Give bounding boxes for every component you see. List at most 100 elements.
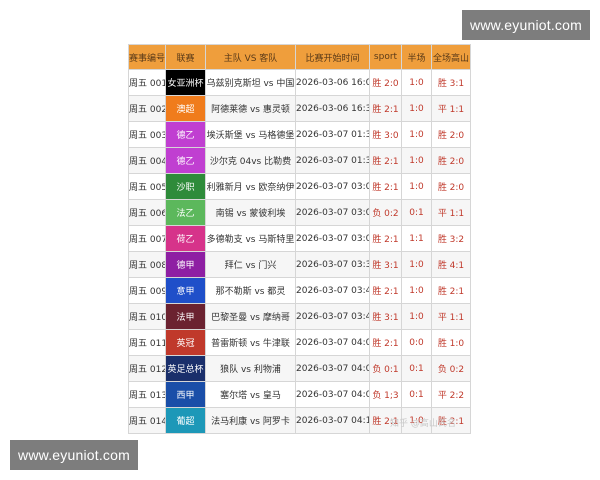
table-row: 周五 001 女亚洲杯 乌兹别克斯坦 vs 中国 2026-03-06 16:00 胜 … (128, 69, 471, 96)
table-row: 周五 002 澳超 阿德莱德 vs 惠灵顿 2026-03-06 16:35 胜 2:1… (128, 95, 471, 122)
column-header: 主队 VS 客队 (205, 44, 296, 70)
table-row: 周五 004 德乙 沙尔克 04vs 比勒费 2026-03-07 01:30 胜 2:… (128, 147, 471, 174)
sport-result-cell: 胜 2:1 (369, 95, 402, 122)
league-cell: 英冠 (165, 329, 206, 356)
match-results-table: 赛事编号 联赛 主队 VS 客队 比赛开始时间 sport 半场 全场高山 周五 001 女亚… (128, 44, 471, 434)
start-time-cell: 2026-03-07 03:45 (295, 277, 370, 304)
column-header: 赛事编号 (128, 44, 166, 70)
start-time-cell: 2026-03-06 16:35 (295, 95, 370, 122)
table-row: 周五 003 德乙 埃沃斯堡 vs 马格德堡 2026-03-07 01:30 胜 3:… (128, 121, 471, 148)
full-time-cell: 胜 3:2 (431, 225, 471, 252)
sport-result-cell: 负 1;3 (369, 381, 402, 408)
table-row: 周五 009 意甲 那不勒斯 vs 都灵 2026-03-07 03:45 胜 2:1 1… (128, 277, 471, 304)
half-time-cell: 1:0 (401, 251, 432, 278)
full-time-cell: 平 1:1 (431, 95, 471, 122)
sport-result-cell: 胜 2:1 (369, 173, 402, 200)
sport-result-cell: 负 0:1 (369, 355, 402, 382)
full-time-cell: 平 2:2 (431, 381, 471, 408)
half-time-cell: 1:1 (401, 225, 432, 252)
full-time-cell: 胜 2:0 (431, 147, 471, 174)
match-id-cell: 周五 014 (128, 407, 166, 434)
table-body: 周五 001 女亚洲杯 乌兹别克斯坦 vs 中国 2026-03-06 16:00 胜 … (128, 69, 471, 434)
matchup-cell: 埃沃斯堡 vs 马格德堡 (205, 121, 296, 148)
matchup-cell: 南锡 vs 蒙彼利埃 (205, 199, 296, 226)
start-time-cell: 2026-03-07 03:00 (295, 173, 370, 200)
matchup-cell: 巴黎圣曼 vs 摩纳哥 (205, 303, 296, 330)
start-time-cell: 2026-03-06 16:00 (295, 69, 370, 96)
matchup-cell: 多德勒支 vs 马斯特里 (205, 225, 296, 252)
match-id-cell: 周五 007 (128, 225, 166, 252)
half-time-cell: 0:1 (401, 199, 432, 226)
league-cell: 德乙 (165, 147, 206, 174)
column-header: 全场高山 (431, 44, 471, 70)
match-id-cell: 周五 013 (128, 381, 166, 408)
matchup-cell: 阿德莱德 vs 惠灵顿 (205, 95, 296, 122)
half-time-cell: 1:0 (401, 121, 432, 148)
table-row: 周五 010 法甲 巴黎圣曼 vs 摩纳哥 2026-03-07 03:45 胜 3:1… (128, 303, 471, 330)
half-time-cell: 1:0 (401, 95, 432, 122)
matchup-cell: 沙尔克 04vs 比勒费 (205, 147, 296, 174)
column-header: 比赛开始时间 (295, 44, 370, 70)
full-time-cell: 胜 4:1 (431, 251, 471, 278)
full-time-cell: 胜 2:0 (431, 173, 471, 200)
table-row: 周五 011 英冠 普雷斯顿 vs 牛津联 2026-03-07 04:00 胜 2:1… (128, 329, 471, 356)
sport-result-cell: 胜 3:1 (369, 303, 402, 330)
match-id-cell: 周五 001 (128, 69, 166, 96)
league-cell: 英足总杯 (165, 355, 206, 382)
start-time-cell: 2026-03-07 04:00 (295, 355, 370, 382)
half-time-cell: 1:0 (401, 173, 432, 200)
half-time-cell: 1:0 (401, 277, 432, 304)
table-row: 周五 005 沙职 利雅新月 vs 欧奈纳伊 2026-03-07 03:00 胜 2:… (128, 173, 471, 200)
matchup-cell: 普雷斯顿 vs 牛津联 (205, 329, 296, 356)
half-time-cell: 0:0 (401, 329, 432, 356)
start-time-cell: 2026-03-07 03:00 (295, 225, 370, 252)
matchup-cell: 拜仁 vs 门兴 (205, 251, 296, 278)
column-header: 联赛 (165, 44, 206, 70)
full-time-cell: 平 1:1 (431, 199, 471, 226)
sport-result-cell: 负 0:2 (369, 199, 402, 226)
start-time-cell: 2026-03-07 04:00 (295, 329, 370, 356)
start-time-cell: 2026-03-07 03:45 (295, 303, 370, 330)
league-cell: 西甲 (165, 381, 206, 408)
match-id-cell: 周五 002 (128, 95, 166, 122)
sport-result-cell: 胜 3:0 (369, 121, 402, 148)
half-time-cell: 0:1 (401, 381, 432, 408)
league-cell: 意甲 (165, 277, 206, 304)
full-time-cell: 平 1:1 (431, 303, 471, 330)
sport-result-cell: 胜 3:1 (369, 251, 402, 278)
sport-result-cell: 胜 2:0 (369, 69, 402, 96)
sport-result-cell: 胜 2:1 (369, 147, 402, 174)
match-id-cell: 周五 003 (128, 121, 166, 148)
match-id-cell: 周五 006 (128, 199, 166, 226)
league-cell: 女亚洲杯 (165, 69, 206, 96)
league-cell: 沙职 (165, 173, 206, 200)
league-cell: 德乙 (165, 121, 206, 148)
league-cell: 法乙 (165, 199, 206, 226)
table-row: 周五 007 荷乙 多德勒支 vs 马斯特里 2026-03-07 03:00 胜 2:… (128, 225, 471, 252)
table-row: 周五 008 德甲 拜仁 vs 门兴 2026-03-07 03:30 胜 3:1 1:0… (128, 251, 471, 278)
full-time-cell: 胜 3:1 (431, 69, 471, 96)
start-time-cell: 2026-03-07 04:15 (295, 407, 370, 434)
match-id-cell: 周五 004 (128, 147, 166, 174)
league-cell: 葡超 (165, 407, 206, 434)
sport-result-cell: 胜 2:1 (369, 329, 402, 356)
table-row: 周五 006 法乙 南锡 vs 蒙彼利埃 2026-03-07 03:00 负 0:2 0… (128, 199, 471, 226)
full-time-cell: 胜 1:0 (431, 329, 471, 356)
start-time-cell: 2026-03-07 01:30 (295, 121, 370, 148)
full-time-cell: 胜 2:0 (431, 121, 471, 148)
full-time-cell: 胜 2:1 (431, 277, 471, 304)
league-cell: 法甲 (165, 303, 206, 330)
start-time-cell: 2026-03-07 04:00 (295, 381, 370, 408)
zhihu-watermark: 知乎 @高山氏名 (390, 419, 456, 429)
column-header: sport (369, 44, 402, 70)
column-header: 半场 (401, 44, 432, 70)
match-id-cell: 周五 010 (128, 303, 166, 330)
watermark-top: www.eyuniot.com (462, 10, 590, 40)
half-time-cell: 0:1 (401, 355, 432, 382)
full-time-cell: 负 0:2 (431, 355, 471, 382)
matchup-cell: 利雅新月 vs 欧奈纳伊 (205, 173, 296, 200)
match-id-cell: 周五 011 (128, 329, 166, 356)
half-time-cell: 1:0 (401, 303, 432, 330)
half-time-cell: 1:0 (401, 147, 432, 174)
matchup-cell: 塞尔塔 vs 皇马 (205, 381, 296, 408)
